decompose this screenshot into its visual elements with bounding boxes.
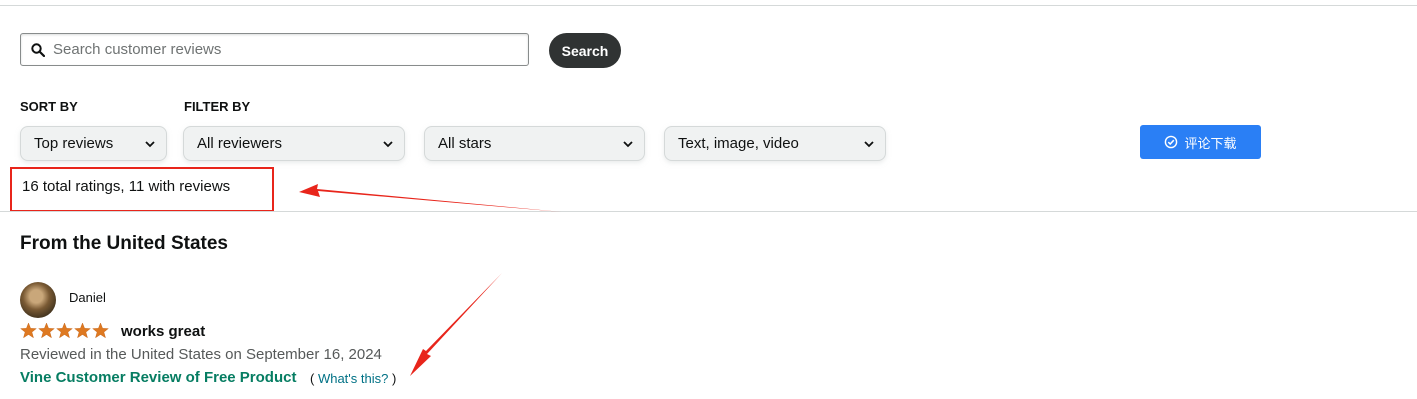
annotation-arrow-right [299,184,562,212]
annotation-arrows [299,184,562,376]
annotation-arrow-down [410,273,502,376]
